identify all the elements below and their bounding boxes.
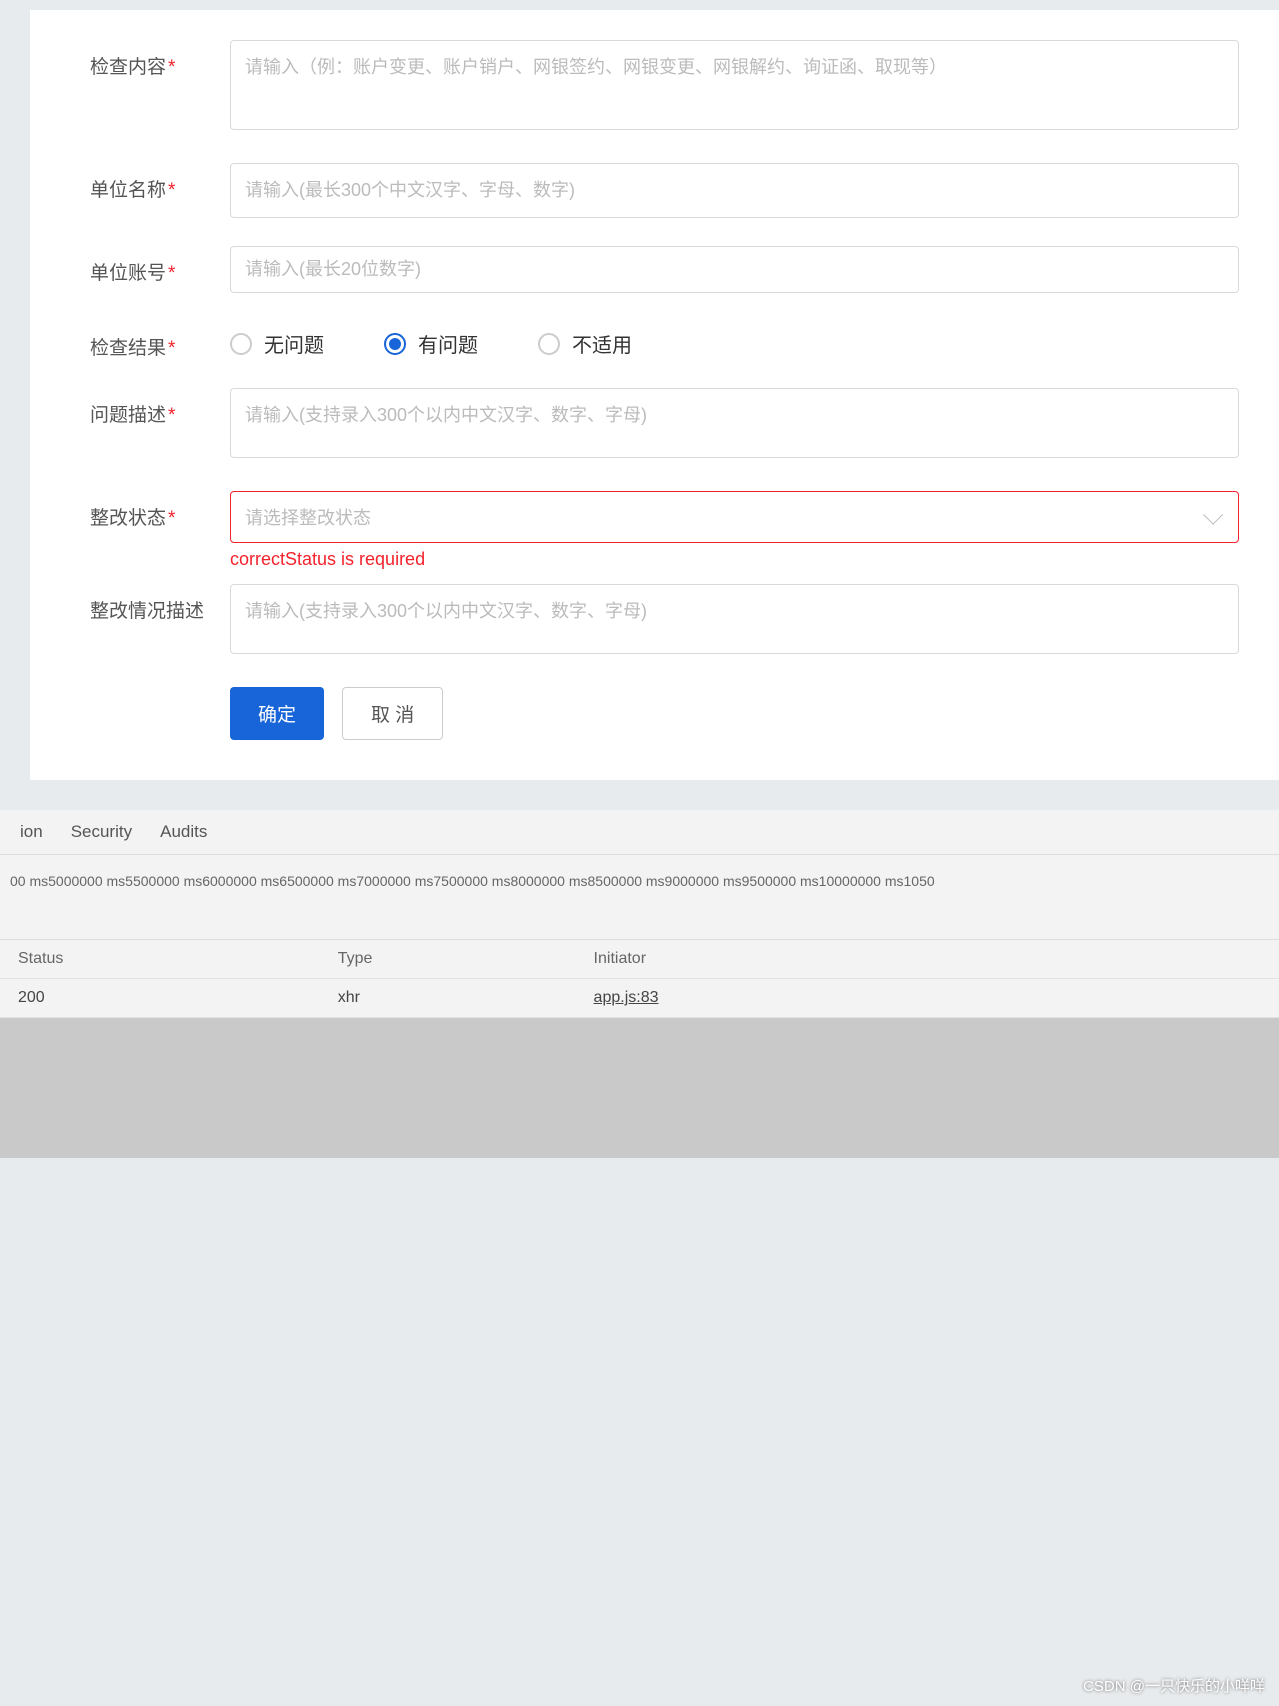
label-unit-name: 单位名称* xyxy=(90,163,230,202)
tab-security[interactable]: Security xyxy=(71,822,132,842)
devtools-tabs: ion Security Audits xyxy=(0,810,1279,855)
col-status[interactable]: Status xyxy=(0,940,320,979)
confirm-button[interactable]: 确定 xyxy=(230,687,324,740)
row-correct-status: 整改状态* 请选择整改状态 correctStatus is required xyxy=(90,491,1239,570)
network-table: Status Type Initiator 200 xhr app.js:83 xyxy=(0,940,1279,1018)
cell-type: xhr xyxy=(320,979,576,1018)
radio-not-applicable[interactable]: 不适用 xyxy=(538,329,632,358)
table-row[interactable]: 200 xhr app.js:83 xyxy=(0,979,1279,1018)
input-issue-desc[interactable] xyxy=(230,388,1239,458)
button-row: 确定 取 消 xyxy=(230,687,1239,740)
cell-initiator: app.js:83 xyxy=(576,979,1279,1018)
input-unit-name[interactable] xyxy=(230,163,1239,218)
radio-label: 无问题 xyxy=(264,329,324,358)
select-correct-status[interactable]: 请选择整改状态 xyxy=(230,491,1239,543)
row-unit-name: 单位名称* xyxy=(90,163,1239,218)
tab-audits[interactable]: Audits xyxy=(160,822,207,842)
label-correct-status: 整改状态* xyxy=(90,491,230,530)
chevron-down-icon xyxy=(1203,505,1223,525)
radio-icon xyxy=(384,333,406,355)
row-inspect-result: 检查结果* 无问题 有问题 不适用 xyxy=(90,321,1239,360)
cancel-button[interactable]: 取 消 xyxy=(342,687,443,740)
input-correct-desc[interactable] xyxy=(230,584,1239,654)
required-star: * xyxy=(168,338,175,359)
col-initiator[interactable]: Initiator xyxy=(576,940,1279,979)
required-star: * xyxy=(168,263,175,284)
table-header-row: Status Type Initiator xyxy=(0,940,1279,979)
row-issue-desc: 问题描述* xyxy=(90,388,1239,463)
row-unit-account: 单位账号* xyxy=(90,246,1239,293)
required-star: * xyxy=(168,508,175,529)
input-inspect-content[interactable] xyxy=(230,40,1239,130)
radio-no-issue[interactable]: 无问题 xyxy=(230,329,324,358)
select-placeholder: 请选择整改状态 xyxy=(245,504,371,530)
radio-label: 有问题 xyxy=(418,329,478,358)
required-star: * xyxy=(168,405,175,426)
cell-status: 200 xyxy=(0,979,320,1018)
label-inspect-result: 检查结果* xyxy=(90,321,230,360)
screen-bezel xyxy=(0,1018,1279,1158)
label-inspect-content: 检查内容* xyxy=(90,40,230,79)
label-correct-desc: 整改情况描述 xyxy=(90,584,230,623)
error-correct-status: correctStatus is required xyxy=(230,549,1239,570)
radio-label: 不适用 xyxy=(572,329,632,358)
network-timeline[interactable]: 00 ms5000000 ms5500000 ms6000000 ms65000… xyxy=(0,855,1279,940)
row-correct-desc: 整改情况描述 xyxy=(90,584,1239,659)
col-type[interactable]: Type xyxy=(320,940,576,979)
row-inspect-content: 检查内容* xyxy=(90,40,1239,135)
timeline-ticks: 00 ms5000000 ms5500000 ms6000000 ms65000… xyxy=(10,873,1269,889)
watermark: CSDN @一只快乐的小咩咩 xyxy=(1083,1675,1265,1696)
timeline-track xyxy=(10,889,1269,939)
radio-group-inspect-result: 无问题 有问题 不适用 xyxy=(230,321,1239,358)
input-unit-account[interactable] xyxy=(230,246,1239,293)
radio-icon xyxy=(538,333,560,355)
label-unit-account: 单位账号* xyxy=(90,246,230,285)
devtools-panel: ion Security Audits 00 ms5000000 ms55000… xyxy=(0,810,1279,1018)
required-star: * xyxy=(168,180,175,201)
required-star: * xyxy=(168,57,175,78)
radio-has-issue[interactable]: 有问题 xyxy=(384,329,478,358)
form-panel: 检查内容* 单位名称* 单位账号* 检查结果* xyxy=(30,10,1279,780)
initiator-link[interactable]: app.js:83 xyxy=(594,989,659,1006)
radio-icon xyxy=(230,333,252,355)
tab-partial[interactable]: ion xyxy=(20,822,43,842)
label-issue-desc: 问题描述* xyxy=(90,388,230,427)
